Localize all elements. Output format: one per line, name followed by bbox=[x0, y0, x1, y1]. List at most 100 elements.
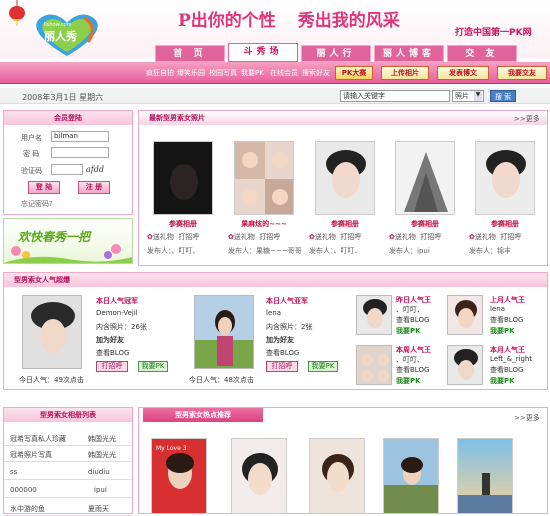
photo-thumbnail[interactable] bbox=[395, 141, 455, 215]
add-friend-link[interactable]: 加为好友 bbox=[266, 335, 294, 345]
hot-photo[interactable] bbox=[457, 438, 513, 514]
captcha-input[interactable] bbox=[51, 164, 83, 175]
greet-link[interactable]: 打招呼 bbox=[178, 233, 199, 241]
logo-text: 丽人秀 bbox=[44, 30, 77, 43]
tab-beauty[interactable]: 丽人行 bbox=[301, 45, 371, 62]
upload-photo-button[interactable]: 上传相片 bbox=[381, 66, 429, 80]
list-item[interactable]: 冠希照片写真 韩国光光 bbox=[4, 446, 132, 462]
champion-male-photo[interactable] bbox=[22, 295, 82, 369]
subnav-link-online[interactable]: 在线会员 bbox=[270, 68, 298, 78]
list-item[interactable]: 冠希写真私人珍藏 韩国光光 bbox=[4, 430, 132, 446]
photo-actions: ✿送礼物 打招呼 bbox=[389, 232, 441, 242]
hot-photo[interactable] bbox=[309, 438, 365, 514]
album-owner: diudiu bbox=[88, 468, 110, 476]
password-label: 密 码 bbox=[23, 150, 40, 158]
slogan-part-1: P出你的个性 bbox=[178, 11, 276, 31]
view-blog-link[interactable]: 查看BLOG bbox=[96, 348, 129, 358]
view-blog-link[interactable]: 查看BLOG bbox=[490, 315, 523, 325]
pk-button[interactable]: 我要PK bbox=[308, 361, 338, 372]
pk-button[interactable]: 我要PK bbox=[138, 361, 168, 372]
add-friend-link[interactable]: 加为好友 bbox=[96, 335, 124, 345]
photo-thumbnail[interactable] bbox=[153, 141, 213, 215]
photo-caption[interactable]: 参赛相册 bbox=[153, 219, 213, 229]
forgot-password-link[interactable]: 忘记密码? bbox=[21, 199, 53, 209]
new-photos-more-link[interactable]: >>更多 bbox=[514, 114, 540, 124]
search-button[interactable]: 搜 索 bbox=[490, 90, 516, 102]
subnav-link-search[interactable]: 搜索好友 bbox=[302, 68, 330, 78]
tab-arena[interactable]: 斗秀场 bbox=[228, 43, 298, 62]
username-input[interactable]: bilman bbox=[51, 131, 109, 142]
view-blog-link[interactable]: 查看BLOG bbox=[266, 348, 299, 358]
pk-link[interactable]: 我要PK bbox=[396, 326, 421, 336]
popularity-panel: 型男索女人气超爆 本日人气冠军 Demon-Vejil 内含照片：26张 加为好… bbox=[3, 272, 548, 390]
photo-caption[interactable]: 果麻炫的~~~ bbox=[234, 219, 294, 229]
post-blog-button[interactable]: 发表博文 bbox=[437, 66, 489, 80]
greet-link[interactable]: 打招呼 bbox=[259, 233, 280, 241]
greet-link[interactable]: 打招呼 bbox=[340, 233, 361, 241]
login-title: 会员登陆 bbox=[4, 111, 132, 125]
king-photo[interactable] bbox=[356, 295, 392, 335]
list-item[interactable]: 000000 ipui bbox=[4, 482, 132, 498]
make-friends-button[interactable]: 我要交友 bbox=[497, 66, 547, 80]
send-gift-link[interactable]: 送礼物 bbox=[153, 233, 174, 241]
view-blog-link[interactable]: 查看BLOG bbox=[490, 365, 523, 375]
photo-thumbnail[interactable] bbox=[315, 141, 375, 215]
search-type-select[interactable]: 照片 ▼ bbox=[452, 90, 484, 102]
send-gift-link[interactable]: 送礼物 bbox=[395, 233, 416, 241]
password-input[interactable] bbox=[51, 147, 109, 158]
champion-male-name[interactable]: Demon-Vejil bbox=[96, 309, 138, 317]
photo-caption[interactable]: 参赛相册 bbox=[395, 219, 455, 229]
king-photo[interactable] bbox=[447, 345, 483, 385]
tab-dating[interactable]: 交 友 bbox=[447, 45, 517, 62]
subnav-link-funny[interactable]: 爆笑乐园 bbox=[177, 68, 205, 78]
hot-photo[interactable]: My Love 3 bbox=[151, 438, 207, 514]
greet-button[interactable]: 打招呼 bbox=[266, 361, 298, 372]
tab-blog[interactable]: 丽人博客 bbox=[374, 45, 444, 62]
pk-link[interactable]: 我要PK bbox=[490, 326, 515, 336]
greet-button[interactable]: 打招呼 bbox=[96, 361, 128, 372]
subnav-link-pk[interactable]: 我要PK bbox=[241, 68, 264, 78]
album-name: 冠希照片写真 bbox=[10, 451, 52, 459]
search-type-value: 照片 bbox=[455, 92, 469, 100]
pk-link[interactable]: 我要PK bbox=[490, 376, 515, 386]
king-name[interactable]: Left_&_right bbox=[490, 355, 532, 363]
champion-female-name[interactable]: lena bbox=[266, 309, 281, 317]
view-blog-link[interactable]: 查看BLOG bbox=[396, 315, 429, 325]
king-name[interactable]: lena bbox=[490, 305, 505, 313]
send-gift-link[interactable]: 送礼物 bbox=[475, 233, 496, 241]
king-name[interactable]: 、叮叮、 bbox=[396, 355, 424, 365]
photo-thumbnail[interactable] bbox=[234, 141, 294, 215]
album-name: 水中游的鱼 bbox=[10, 505, 45, 513]
subnav-link-selfie[interactable]: 疯狂自拍 bbox=[146, 68, 174, 78]
tab-home[interactable]: 首 页 bbox=[155, 45, 225, 62]
send-gift-link[interactable]: 送礼物 bbox=[315, 233, 336, 241]
champion-female-photo[interactable] bbox=[194, 295, 254, 369]
send-gift-link[interactable]: 送礼物 bbox=[234, 233, 255, 241]
view-blog-link[interactable]: 查看BLOG bbox=[396, 365, 429, 375]
register-button[interactable]: 注 册 bbox=[78, 181, 110, 194]
pk-link[interactable]: 我要PK bbox=[396, 376, 421, 386]
hot-photo-text: My Love 3 bbox=[156, 445, 187, 452]
hot-photo[interactable] bbox=[383, 438, 439, 514]
spring-banner[interactable]: 欢快春秀一把 bbox=[3, 218, 133, 264]
list-item[interactable]: ss diudiu bbox=[4, 464, 132, 480]
logo-url: lishow.com bbox=[44, 22, 72, 28]
login-button[interactable]: 登 陆 bbox=[28, 181, 60, 194]
username-label: 用户名 bbox=[21, 134, 42, 142]
king-name[interactable]: 、叮叮、 bbox=[396, 305, 424, 315]
subnav-link-campus[interactable]: 校园写真 bbox=[209, 68, 237, 78]
champion-female-photos: 内含照片：2张 bbox=[266, 323, 313, 331]
photo-caption[interactable]: 参赛相册 bbox=[315, 219, 375, 229]
greet-link[interactable]: 打招呼 bbox=[500, 233, 521, 241]
hot-more-link[interactable]: >>更多 bbox=[514, 413, 540, 423]
pk-contest-button[interactable]: PK大赛 bbox=[335, 66, 373, 80]
photo-thumbnail[interactable] bbox=[475, 141, 535, 215]
hot-photo[interactable] bbox=[231, 438, 287, 514]
greet-link[interactable]: 打招呼 bbox=[420, 233, 441, 241]
king-photo[interactable] bbox=[447, 295, 483, 335]
pk-slogan: 打造中国第一PK网 bbox=[455, 28, 532, 38]
king-photo[interactable] bbox=[356, 345, 392, 385]
photo-caption[interactable]: 参赛相册 bbox=[475, 219, 535, 229]
search-input[interactable]: 请输入关键字 bbox=[340, 90, 450, 102]
hot-recommend-panel: 型男索女热点推荐 >>更多 My Love 3 bbox=[138, 407, 548, 514]
